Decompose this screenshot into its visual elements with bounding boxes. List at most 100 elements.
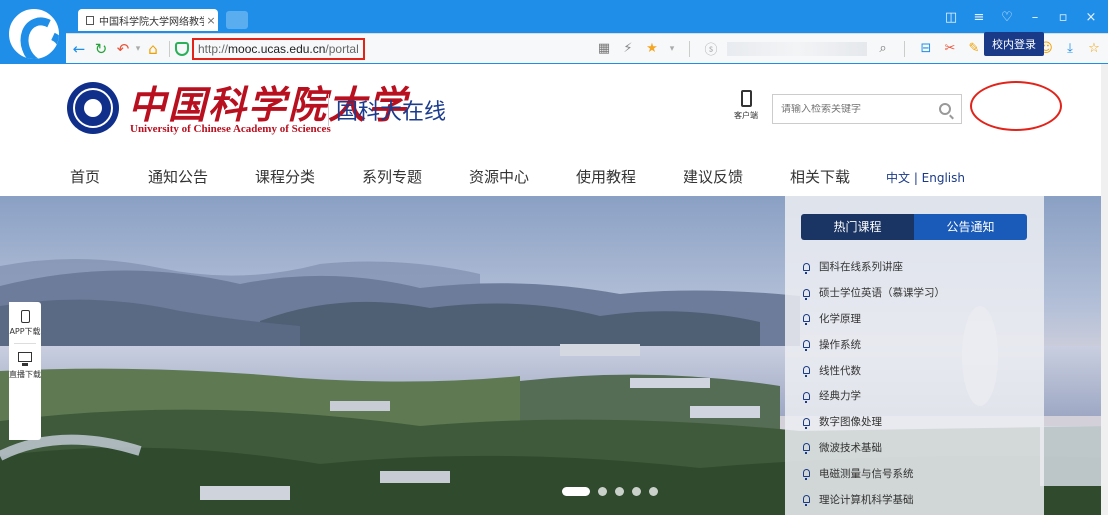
- list-item[interactable]: 操作系统: [803, 331, 945, 357]
- tab-hot-courses[interactable]: 热门课程: [801, 214, 914, 240]
- browser-chrome: 中国科学院大学网络教学 × ◫ ≡ ♡ – ▫ × ← ↻ ↶ ▾ ⌂ http…: [0, 0, 1108, 64]
- list-item[interactable]: 线性代数: [803, 357, 945, 383]
- browser-tab[interactable]: 中国科学院大学网络教学 ×: [78, 9, 218, 31]
- site-header: 中国科学院大学 University of Chinese Academy of…: [0, 64, 1108, 156]
- list-item[interactable]: 经典力学: [803, 383, 945, 409]
- list-item[interactable]: 电磁测量与信号系统: [803, 460, 945, 486]
- carousel-dot[interactable]: [562, 487, 590, 496]
- side-download-bar: APP下载 直播下载: [9, 302, 41, 440]
- bell-icon: [803, 262, 810, 274]
- page-icon: [86, 15, 94, 25]
- divider: [328, 94, 329, 126]
- search-input[interactable]: [773, 103, 939, 115]
- panel-tabs: 热门课程 公告通知: [801, 214, 1027, 240]
- bell-icon: [803, 366, 810, 378]
- course-title: 理论计算机科学基础: [819, 493, 914, 506]
- tab-close-icon[interactable]: ×: [204, 14, 218, 27]
- new-tab-button[interactable]: [226, 11, 248, 29]
- carousel-dot[interactable]: [632, 487, 641, 496]
- chevron-down-icon[interactable]: ▾: [134, 38, 142, 60]
- live-download-link[interactable]: 直播下载: [9, 344, 41, 380]
- minimize-icon[interactable]: –: [1028, 10, 1042, 30]
- nav-item-home[interactable]: 首页: [70, 166, 100, 187]
- url-scheme: http://: [198, 41, 229, 56]
- back-arrow-icon[interactable]: ←: [68, 38, 90, 60]
- phone-icon: [740, 90, 752, 107]
- nav-item-feedback[interactable]: 建议反馈: [683, 166, 743, 187]
- nav-item-notices[interactable]: 通知公告: [148, 166, 208, 187]
- carousel-dot[interactable]: [649, 487, 658, 496]
- qr-code-icon[interactable]: ▦: [596, 41, 612, 56]
- language-switch[interactable]: 中文 | English: [886, 169, 965, 186]
- main-nav: 首页 通知公告 课程分类 系列专题 资源中心 使用教程 建议反馈 相关下载 中文…: [0, 156, 1108, 196]
- course-title: 微波技术基础: [819, 441, 882, 454]
- app-download-label: APP下载: [9, 327, 41, 336]
- login-highlight: [970, 81, 1062, 131]
- url-domain: mooc.ucas.edu.cn: [228, 41, 326, 56]
- nav-item-courses[interactable]: 课程分类: [255, 166, 315, 187]
- page-scrollbar[interactable]: [1101, 64, 1108, 515]
- nav-item-resources[interactable]: 资源中心: [469, 166, 529, 187]
- download-icon[interactable]: ⤓: [1062, 41, 1078, 56]
- monitor-icon: [18, 352, 32, 362]
- star-icon[interactable]: ★: [644, 41, 660, 56]
- search-icon[interactable]: [939, 103, 951, 115]
- tools-icon[interactable]: ✎: [966, 41, 982, 56]
- live-download-label: 直播下载: [9, 370, 41, 379]
- skin-icon[interactable]: ♡: [1000, 10, 1014, 30]
- carousel-dot[interactable]: [598, 487, 607, 496]
- security-shield-icon[interactable]: [175, 41, 189, 56]
- bell-icon: [803, 417, 810, 429]
- course-title: 硕士学位英语（慕课学习）: [819, 287, 945, 300]
- restore-icon[interactable]: ▫: [1056, 10, 1070, 30]
- close-window-icon[interactable]: ×: [1084, 10, 1098, 30]
- client-download-link[interactable]: 客户端: [728, 90, 764, 121]
- search-box[interactable]: [727, 41, 867, 56]
- nav-item-series[interactable]: 系列专题: [362, 166, 422, 187]
- campus-login-button[interactable]: 校内登录: [984, 32, 1044, 56]
- course-title: 电磁测量与信号系统: [819, 467, 914, 480]
- divider: [169, 40, 170, 57]
- lightning-icon[interactable]: ⚡: [620, 41, 636, 56]
- tab-title: 中国科学院大学网络教学: [99, 16, 204, 28]
- course-list: 国科在线系列讲座 硕士学位英语（慕课学习） 化学原理 操作系统 线性代数 经典力…: [803, 254, 945, 512]
- bell-icon: [803, 469, 810, 481]
- list-item[interactable]: 化学原理: [803, 306, 945, 332]
- home-icon[interactable]: ⌂: [142, 38, 164, 60]
- bell-icon: [803, 391, 810, 403]
- course-title: 化学原理: [819, 312, 861, 325]
- window-controls: ◫ ≡ ♡ – ▫ ×: [944, 10, 1098, 30]
- chevron-down-icon[interactable]: ▾: [668, 44, 676, 54]
- client-label: 客户端: [734, 111, 758, 120]
- list-item[interactable]: 数字图像处理: [803, 409, 945, 435]
- list-item[interactable]: 理论计算机科学基础: [803, 486, 945, 512]
- browser-logo-icon[interactable]: [6, 6, 62, 62]
- list-item[interactable]: 微波技术基础: [803, 435, 945, 461]
- site-name: 国科大在线: [336, 100, 447, 125]
- search-icon[interactable]: ⌕: [875, 41, 891, 56]
- bell-icon: [803, 314, 810, 326]
- favorite-icon[interactable]: ☆: [1086, 41, 1102, 56]
- course-title: 国科在线系列讲座: [819, 261, 903, 274]
- list-item[interactable]: 硕士学位英语（慕课学习）: [803, 280, 945, 306]
- course-title: 经典力学: [819, 390, 861, 403]
- list-item[interactable]: 国科在线系列讲座: [803, 254, 945, 280]
- nav-item-tutorial[interactable]: 使用教程: [576, 166, 636, 187]
- sidebar-toggle-icon[interactable]: ◫: [944, 10, 958, 30]
- translate-icon[interactable]: ⊟: [918, 41, 934, 56]
- bell-icon: [803, 288, 810, 300]
- undo-icon[interactable]: ↶: [112, 38, 134, 60]
- logo-english-name: University of Chinese Academy of Science…: [130, 123, 331, 135]
- tab-announcements[interactable]: 公告通知: [914, 214, 1027, 240]
- course-title: 线性代数: [819, 364, 861, 377]
- app-download-link[interactable]: APP下载: [9, 302, 41, 337]
- search-engine-icon[interactable]: ⓢ: [703, 39, 719, 58]
- nav-item-downloads[interactable]: 相关下载: [790, 166, 850, 187]
- address-bar[interactable]: http://mooc.ucas.edu.cn/portal: [192, 37, 365, 60]
- refresh-icon[interactable]: ↻: [90, 38, 112, 60]
- screenshot-icon[interactable]: ✂: [942, 41, 958, 56]
- phone-icon: [20, 310, 30, 323]
- menu-icon[interactable]: ≡: [972, 10, 986, 30]
- carousel-dot[interactable]: [615, 487, 624, 496]
- course-title: 操作系统: [819, 338, 861, 351]
